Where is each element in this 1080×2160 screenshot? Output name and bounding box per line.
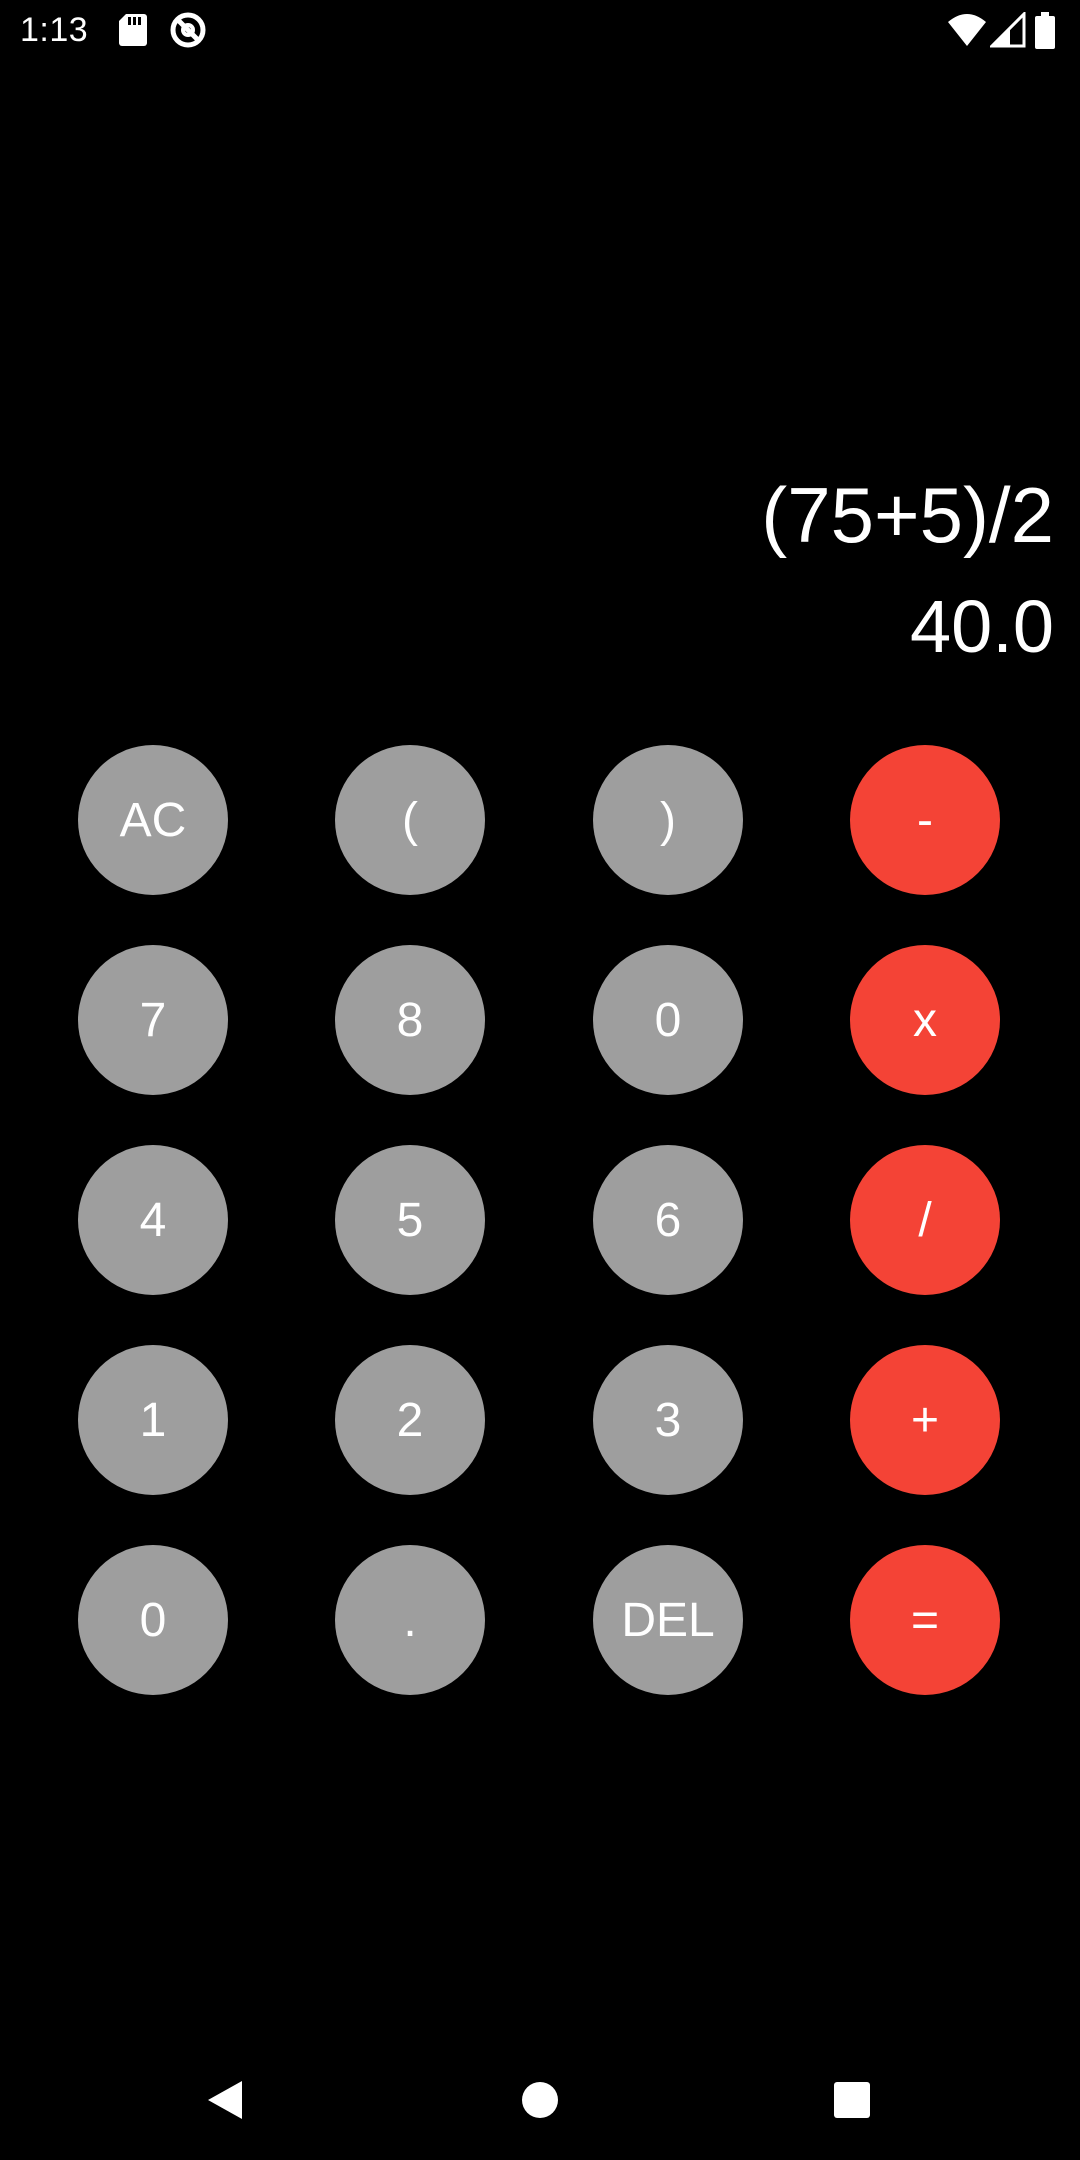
digit-1-button[interactable]: 1: [78, 1345, 228, 1495]
expression-text: (75+5)/2: [761, 471, 1054, 559]
navigation-bar: [0, 2040, 1080, 2160]
recents-icon: [834, 2082, 870, 2118]
close-paren-button[interactable]: ): [593, 745, 743, 895]
status-bar: 1:13: [0, 0, 1080, 60]
open-paren-button[interactable]: (: [335, 745, 485, 895]
home-button[interactable]: [500, 2060, 580, 2140]
signal-icon: [990, 12, 1026, 48]
decimal-point-button[interactable]: .: [335, 1545, 485, 1695]
digit-3-button[interactable]: 3: [593, 1345, 743, 1495]
wifi-icon: [948, 14, 986, 46]
home-icon: [522, 2082, 558, 2118]
digit-7-button[interactable]: 7: [78, 945, 228, 1095]
digit-2-button[interactable]: 2: [335, 1345, 485, 1495]
multiply-button[interactable]: x: [850, 945, 1000, 1095]
calculator-display: (75+5)/2 40.0: [26, 460, 1054, 682]
back-button[interactable]: [186, 2060, 266, 2140]
digit-0-button[interactable]: 0: [78, 1545, 228, 1695]
back-icon: [208, 2081, 242, 2119]
battery-icon: [1035, 12, 1055, 49]
digit-6-button[interactable]: 6: [593, 1145, 743, 1295]
digit-0-button-row2[interactable]: 0: [593, 945, 743, 1095]
equals-button[interactable]: =: [850, 1545, 1000, 1695]
recents-button[interactable]: [812, 2060, 892, 2140]
sd-card-icon: [119, 14, 147, 46]
all-clear-button[interactable]: AC: [78, 745, 228, 895]
delete-button[interactable]: DEL: [593, 1545, 743, 1695]
add-button[interactable]: +: [850, 1345, 1000, 1495]
divide-button[interactable]: /: [850, 1145, 1000, 1295]
subtract-button[interactable]: -: [850, 745, 1000, 895]
status-time: 1:13: [20, 11, 89, 49]
digit-4-button[interactable]: 4: [78, 1145, 228, 1295]
keypad: AC ( ) - 7 8 0 x 4 5 6 / 1 2 3 + 0 . DEL…: [0, 0, 1080, 2160]
sync-icon: [170, 12, 206, 48]
digit-5-button[interactable]: 5: [335, 1145, 485, 1295]
result-text: 40.0: [909, 585, 1054, 668]
digit-8-button[interactable]: 8: [335, 945, 485, 1095]
